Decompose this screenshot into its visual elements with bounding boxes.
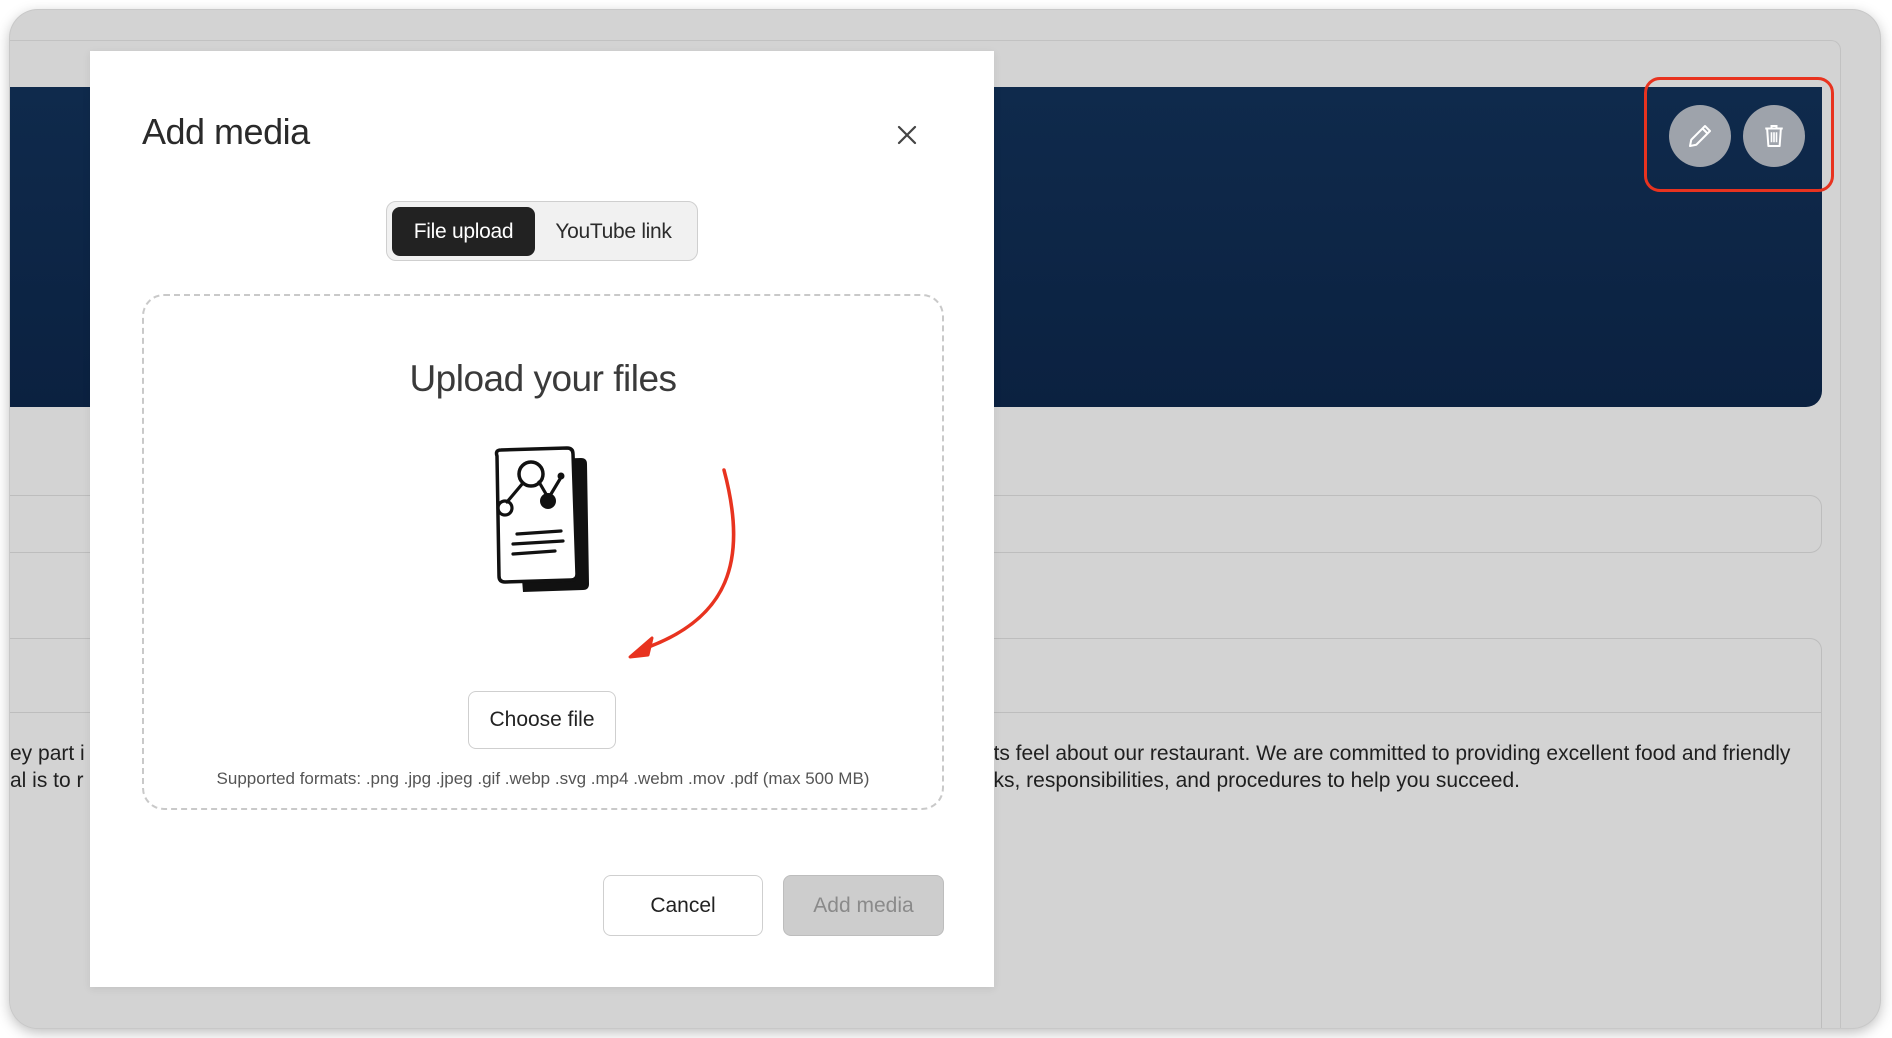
background-text-left-2: al is to r <box>10 769 84 792</box>
add-media-button[interactable]: Add media <box>783 875 944 936</box>
tab-file-upload[interactable]: File upload <box>392 207 535 256</box>
supported-formats-text: Supported formats: .png .jpg .jpeg .gif … <box>216 769 870 788</box>
choose-file-button[interactable]: Choose file <box>468 691 616 749</box>
tab-youtube-link[interactable]: YouTube link <box>535 207 692 256</box>
cancel-button[interactable]: Cancel <box>603 875 763 936</box>
file-dropzone[interactable]: Upload your files Choose file Supported … <box>142 294 944 810</box>
dropzone-title: Upload your files <box>409 358 677 399</box>
close-button[interactable] <box>892 120 922 150</box>
document-icon <box>494 446 589 592</box>
highlight-box <box>1644 77 1834 192</box>
app-window: ey part i al is to r sts feel about our … <box>10 10 1880 1028</box>
add-media-dialog: Add media File upload YouTube link Uploa… <box>90 51 994 987</box>
dialog-title: Add media <box>142 111 310 152</box>
background-text-right-1: sts feel about our restaurant. We are co… <box>983 742 1791 765</box>
background-text-left-1: ey part i <box>10 742 85 765</box>
close-icon <box>897 125 917 145</box>
media-source-tabs: File upload YouTube link <box>386 201 698 261</box>
background-text-right-2: sks, responsibilities, and procedures to… <box>983 769 1520 792</box>
